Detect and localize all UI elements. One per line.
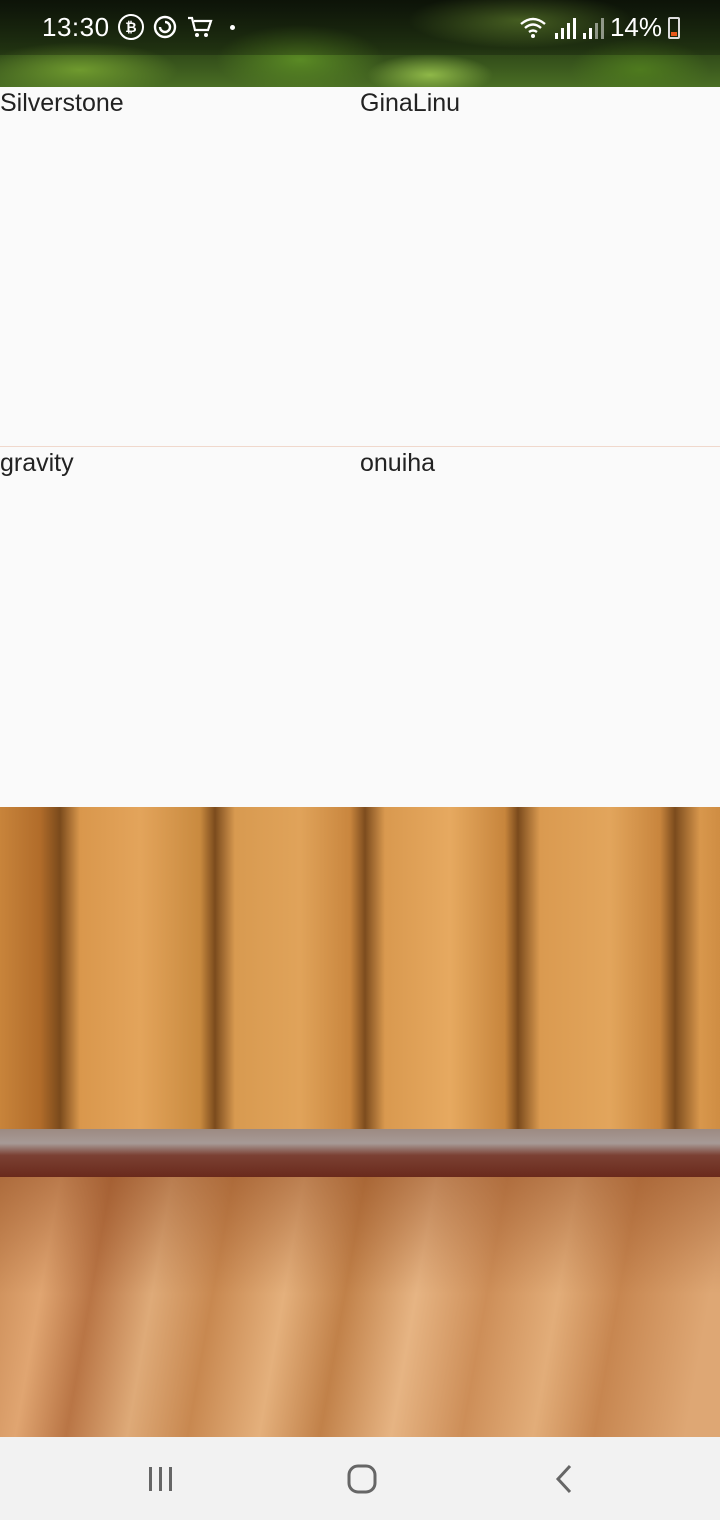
notification-icons: ₿ (118, 14, 235, 40)
cell-label: GinaLinu (360, 89, 461, 117)
status-bar: 13:30 ₿ 14% (0, 0, 720, 87)
signal-icon-2 (582, 17, 604, 39)
back-icon (555, 1464, 572, 1494)
status-time: 13:30 (42, 12, 110, 42)
battery-icon (668, 16, 680, 39)
battery-percent: 14% (609, 12, 662, 42)
bitcoin-icon: ₿ (118, 14, 144, 40)
home-icon (347, 1464, 377, 1494)
grid-cell[interactable]: Silverstone (0, 87, 360, 446)
status-right: 14% (518, 12, 680, 43)
cell-label: Silverstone (0, 89, 124, 117)
navigation-bar (0, 1437, 720, 1520)
floor-shade (0, 1177, 720, 1437)
home-button[interactable] (332, 1459, 392, 1499)
cart-icon (188, 16, 213, 37)
wood-room-background (0, 807, 720, 1437)
grid-cell[interactable]: GinaLinu (360, 87, 720, 446)
app-screen: 13:30 ₿ 14% Silverstone GinaLinu gravity… (0, 0, 720, 1520)
notification-dot (230, 24, 235, 30)
user-grid: Silverstone GinaLinu gravity onuiha (0, 87, 720, 807)
grid-cell[interactable]: gravity (0, 447, 360, 807)
signal-icon (554, 17, 576, 39)
baseboard (0, 1129, 720, 1177)
cell-label: gravity (0, 449, 74, 477)
back-button[interactable] (534, 1459, 594, 1499)
recent-apps-icon (149, 1467, 172, 1491)
wood-wall (0, 807, 720, 1129)
recent-apps-button[interactable] (131, 1459, 191, 1499)
wifi-icon (520, 17, 546, 38)
sync-icon (153, 15, 177, 39)
cell-label: onuiha (360, 449, 436, 477)
grid-cell[interactable]: onuiha (360, 447, 720, 807)
